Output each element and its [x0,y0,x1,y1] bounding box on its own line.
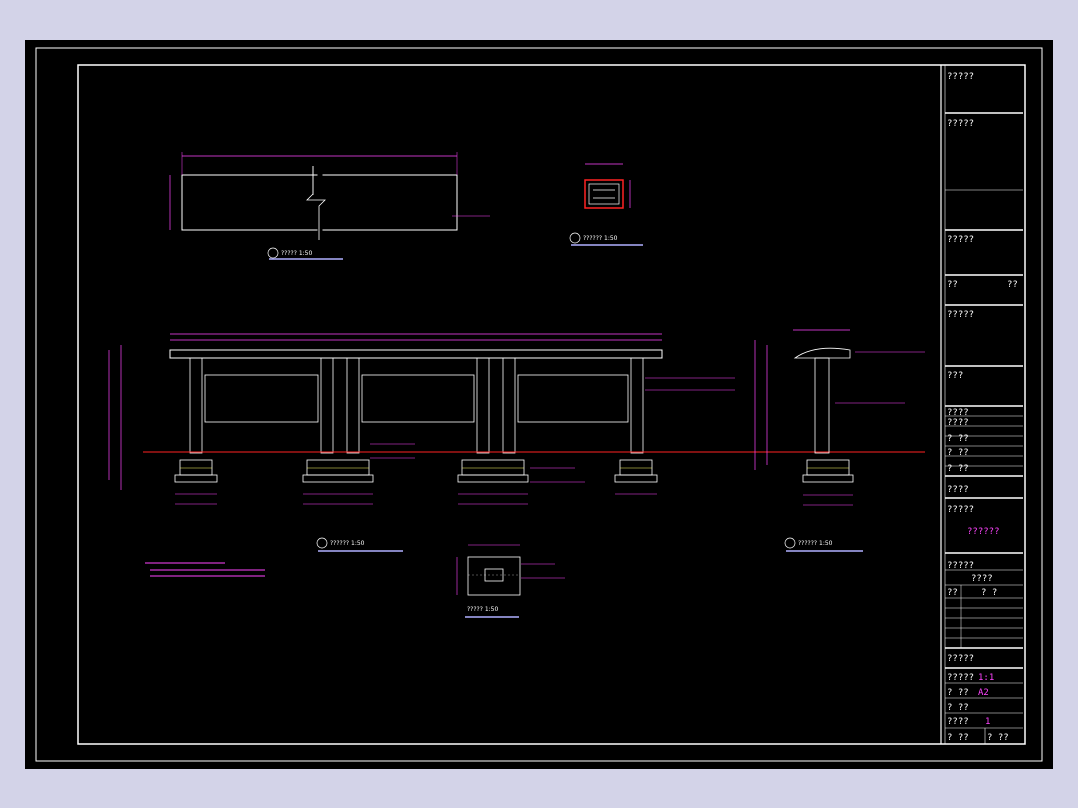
tb-scale-value: 1:1 [978,673,994,683]
tb-content-value: ???? [971,574,993,584]
tb-stamp-label: ????? [947,310,974,320]
tb-owner-label: ????? [947,119,974,129]
side-elevation-view: ?????? 1:50 [754,329,925,552]
tb-total-value: ? ?? [987,733,1009,743]
tb-cert-value: ?? [1007,280,1018,290]
small-detail-view: ????? 1:50 [456,544,565,618]
tb-drawing-name-label: ????? [947,505,974,515]
plan-view-title: ????? 1:50 [281,250,312,257]
side-elevation-title: ?????? 1:50 [798,540,833,547]
tb-cert-label: ?? [947,280,958,290]
tb-sheet-label: ???? [947,717,969,727]
tb-row-1: ???? [947,408,969,418]
section-detail-title: ?????? 1:50 [583,235,618,242]
tb-size-value: A2 [978,688,989,698]
drawing-sheet: ????? ????? ????? ?? ?? ????? ??? ???? ?… [25,40,1053,769]
tb-row-5: ? ?? [947,464,969,474]
tb-content-label: ????? [947,561,974,571]
tb-project-name-label: ???? [947,485,969,495]
tb-date-label: ????? [947,654,974,664]
tb-number-label: ? ?? [947,703,969,713]
front-elevation-view: ?????? 1:50 [108,333,925,552]
tb-total-label: ? ?? [947,733,969,743]
tb-design-label: ????? [947,235,974,245]
design-notes [145,562,265,577]
cad-drawing: ????? ????? ????? ?? ?? ????? ??? ???? ?… [35,47,1043,762]
tb-size-label: ? ?? [947,688,969,698]
tb-row-4: ? ?? [947,448,969,458]
tb-project-label: ????? [947,72,974,82]
small-detail-title: ????? 1:50 [467,606,498,613]
tb-scale-label: ????? [947,673,974,683]
tb-table-head-right: ? ? [981,588,997,598]
title-block-text: ????? ????? ????? ?? ?? ????? ??? ???? ?… [947,72,1018,743]
tb-sheet-value: 1 [985,717,990,727]
front-elevation-title: ?????? 1:50 [330,540,365,547]
section-detail-view: ?????? 1:50 [569,163,643,246]
tb-drawing-name-value: ?????? [967,527,1000,537]
tb-row-3: ? ?? [947,434,969,444]
plan-view: ????? 1:50 [169,152,490,260]
inner-border [77,64,1026,745]
outer-border [35,47,1043,762]
title-block [940,65,1023,744]
tb-table-head-left: ?? [947,588,958,598]
tb-row-2: ???? [947,418,969,428]
tb-signature-label: ??? [947,371,963,381]
